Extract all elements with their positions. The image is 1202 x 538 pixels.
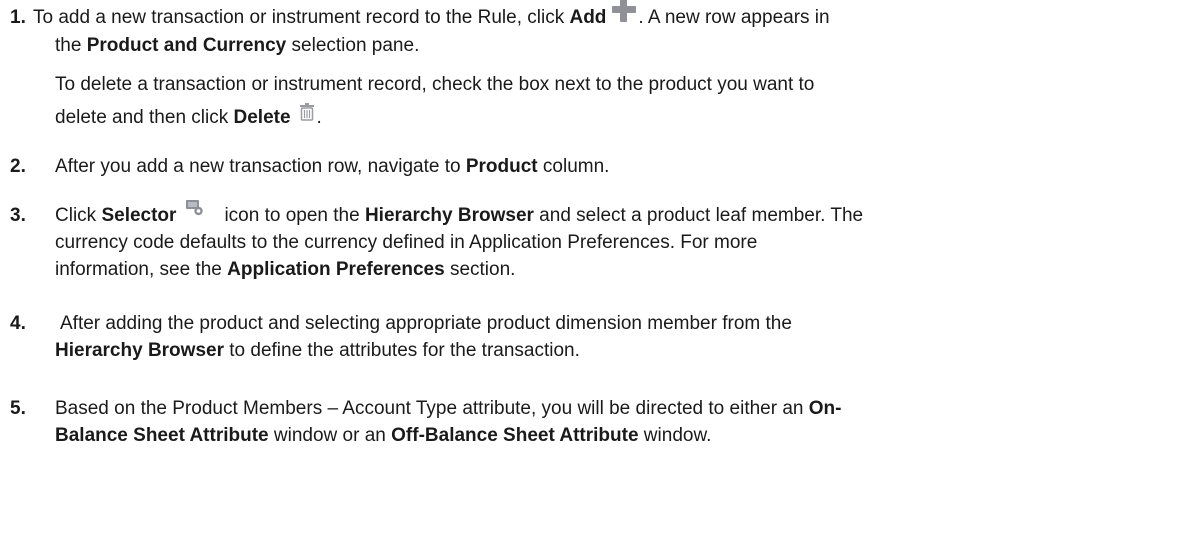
selector-label: Selector xyxy=(101,205,177,226)
step-number: 4. xyxy=(10,313,26,334)
step-number: 2. xyxy=(10,156,26,177)
step-note-line: To delete a transaction or instrument re… xyxy=(55,74,815,95)
step-text-line: Hierarchy Browser to define the attribut… xyxy=(55,340,580,361)
step-text-line: After you add a new transaction row, nav… xyxy=(55,156,610,177)
step-text-line: currency code defaults to the currency d… xyxy=(55,232,758,253)
step-text-line: Based on the Product Members – Account T… xyxy=(55,398,842,419)
document-page: 1. To add a new transaction or instrumen… xyxy=(0,0,1202,538)
plus-icon xyxy=(612,0,637,22)
step-number: 5. xyxy=(10,398,26,419)
trash-icon xyxy=(299,102,315,121)
step-text-line: Click Selector icon to open the Hierarchy… xyxy=(55,199,863,228)
step-text-line: the Product and Currency selection pane. xyxy=(55,35,420,56)
step-text-line: After adding the product and selecting a… xyxy=(60,313,792,334)
step-number: 3. xyxy=(10,205,26,226)
step-text-line: information, see the Application Prefere… xyxy=(55,259,516,280)
step-text-line: To add a new transaction or instrument r… xyxy=(33,0,830,30)
delete-label: Delete xyxy=(233,107,291,128)
step-text-line: Balance Sheet Attribute window or an Off… xyxy=(55,425,712,446)
add-label: Add xyxy=(569,7,607,29)
step-number: 1. xyxy=(10,7,26,28)
step-note-line: delete and then click Delete. xyxy=(55,102,322,130)
selector-icon xyxy=(186,199,204,216)
